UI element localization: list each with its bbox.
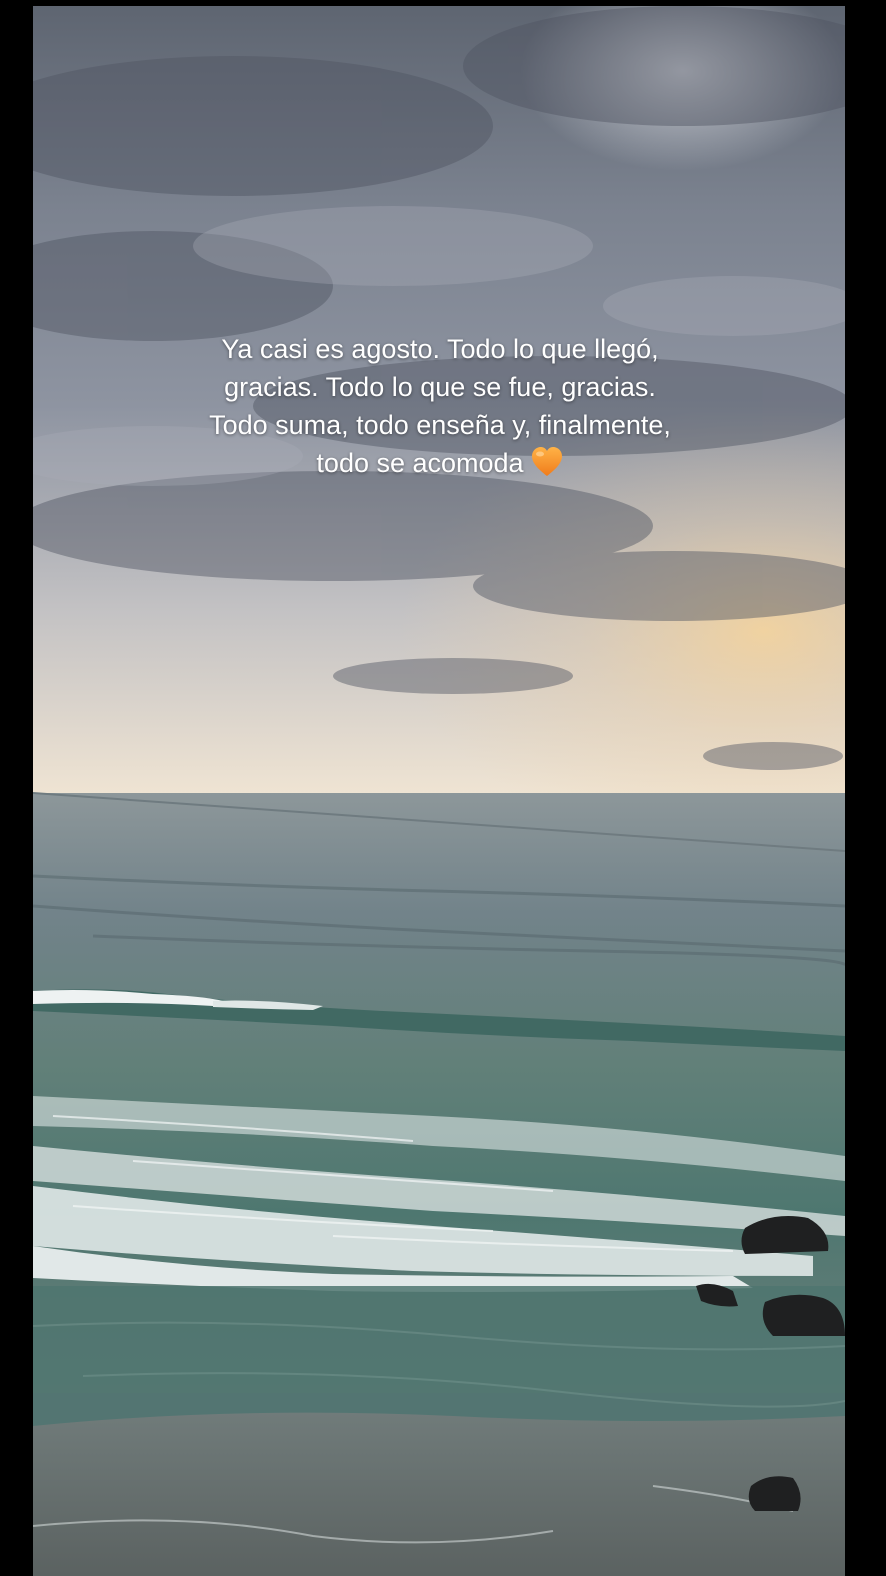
caption-line-1: Ya casi es agosto. Todo lo que llegó, [221, 334, 659, 364]
caption-line-4: todo se acomoda [120, 444, 760, 482]
story-frame: Ya casi es agosto. Todo lo que llegó, gr… [0, 0, 886, 1576]
caption-line-3: Todo suma, todo enseña y, finalmente, [209, 410, 671, 440]
caption-line-4-text: todo se acomoda [316, 448, 524, 478]
story-caption: Ya casi es agosto. Todo lo que llegó, gr… [120, 330, 760, 482]
caption-line-2: gracias. Todo lo que se fue, gracias. [224, 372, 656, 402]
seascape-photo [33, 6, 845, 1576]
orange-heart-icon [530, 445, 564, 479]
background-photo [33, 6, 845, 1576]
